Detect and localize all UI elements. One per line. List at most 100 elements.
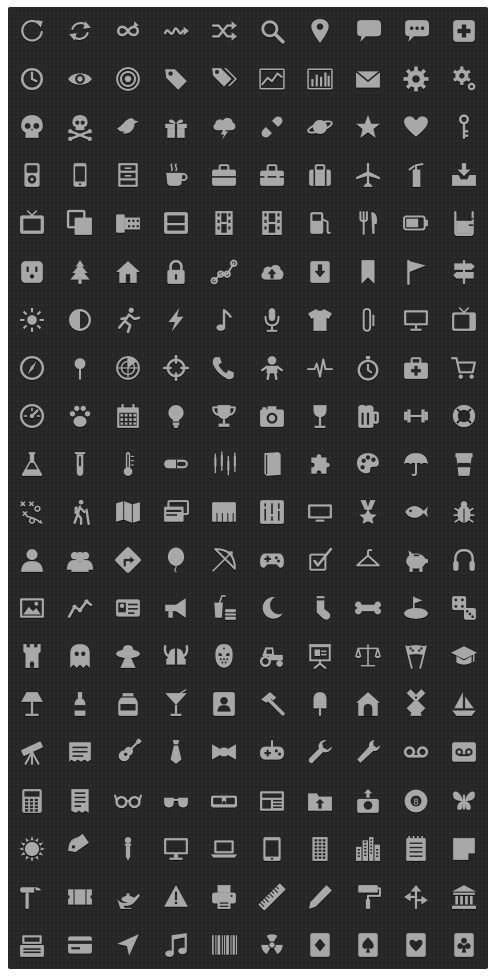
key-icon bbox=[440, 103, 488, 151]
film-roll-icon bbox=[104, 199, 152, 247]
wrench-icon bbox=[296, 728, 344, 776]
city-skyline-icon bbox=[344, 825, 392, 873]
speech-bubble-icon bbox=[344, 7, 392, 55]
phone-handset-icon bbox=[212, 356, 234, 380]
radar-icon bbox=[104, 344, 152, 392]
direction-arrows-icon bbox=[392, 873, 440, 921]
suitcase-icon bbox=[296, 151, 344, 199]
tshirt-icon bbox=[296, 296, 344, 344]
inbox-download-icon bbox=[452, 163, 476, 188]
shuffle-icon bbox=[211, 21, 237, 42]
tablet-icon bbox=[248, 825, 296, 873]
bowtie-icon bbox=[212, 744, 236, 762]
gears-icon bbox=[453, 66, 476, 92]
gear-icon bbox=[392, 55, 440, 103]
lock-icon bbox=[167, 259, 185, 285]
sync-icon bbox=[69, 21, 91, 42]
spade-card-icon bbox=[358, 932, 378, 958]
cloud-upload-icon bbox=[248, 247, 296, 295]
briefcase-icon bbox=[200, 151, 248, 199]
sun-brightness-icon bbox=[8, 296, 56, 344]
bowtie-icon bbox=[200, 728, 248, 776]
beaker-icon bbox=[451, 210, 477, 236]
jar-icon bbox=[118, 693, 138, 718]
power-outlet-icon bbox=[8, 247, 56, 295]
sunglasses-icon bbox=[152, 777, 200, 825]
camera-upload-icon bbox=[357, 788, 379, 814]
squiggle-icon bbox=[163, 26, 189, 37]
direction-sign-icon bbox=[104, 536, 152, 584]
paw-icon bbox=[56, 392, 104, 440]
guitar-icon bbox=[104, 728, 152, 776]
airplane-icon bbox=[344, 151, 392, 199]
mixer-sliders-icon bbox=[248, 488, 296, 536]
bow-arrow-icon bbox=[211, 547, 237, 573]
takeaway-cup-icon bbox=[440, 440, 488, 488]
building-icon bbox=[296, 825, 344, 873]
bookmark-icon bbox=[344, 247, 392, 295]
receipt-icon bbox=[56, 728, 104, 776]
music-note-icon bbox=[216, 307, 237, 332]
bandage-icon bbox=[248, 103, 296, 151]
windmill-icon bbox=[392, 680, 440, 728]
repeat-icon bbox=[104, 7, 152, 55]
club-card-icon bbox=[454, 932, 474, 958]
television-icon bbox=[440, 296, 488, 344]
laptop-icon bbox=[211, 839, 237, 859]
fish-icon bbox=[405, 506, 428, 519]
shuffle-icon bbox=[200, 7, 248, 55]
coffee-cup-icon bbox=[152, 151, 200, 199]
phone-icon bbox=[56, 151, 104, 199]
hammer-icon bbox=[248, 680, 296, 728]
invoice-icon bbox=[56, 777, 104, 825]
ruler-icon bbox=[248, 873, 296, 921]
ghost-icon bbox=[70, 644, 90, 670]
piano-keys-icon bbox=[212, 502, 236, 523]
upload-folder-icon bbox=[308, 792, 332, 812]
cash-register-icon bbox=[8, 921, 56, 969]
voicemail-icon bbox=[392, 728, 440, 776]
dumbbell-icon bbox=[404, 409, 428, 424]
fork-knife-icon bbox=[355, 210, 378, 236]
medal-star-icon bbox=[359, 500, 377, 525]
fire-extinguisher-icon bbox=[392, 151, 440, 199]
contact-badge-icon bbox=[213, 692, 235, 718]
fish-icon bbox=[392, 488, 440, 536]
calendar-icon bbox=[104, 392, 152, 440]
download-box-icon bbox=[310, 260, 330, 284]
telescope-icon bbox=[21, 742, 43, 765]
club-card-icon bbox=[440, 921, 488, 969]
chat-dots-icon bbox=[405, 20, 429, 43]
cards-icon bbox=[164, 499, 189, 523]
bank-icon bbox=[452, 884, 476, 910]
heart-card-icon bbox=[406, 932, 426, 958]
telescope-icon bbox=[8, 728, 56, 776]
thermometer-icon bbox=[104, 440, 152, 488]
fork-knife-icon bbox=[344, 199, 392, 247]
graduation-cap-icon bbox=[440, 632, 488, 680]
dice-icon bbox=[440, 584, 488, 632]
pushpin-icon bbox=[56, 344, 104, 392]
inbox-tray-icon bbox=[152, 199, 200, 247]
direction-arrows-icon bbox=[404, 884, 428, 910]
crosshair-icon bbox=[152, 344, 200, 392]
cloud-upload-icon bbox=[261, 264, 284, 281]
crosshair-icon bbox=[163, 355, 189, 381]
power-outlet-icon bbox=[21, 260, 43, 284]
golf-icon bbox=[392, 584, 440, 632]
id-card-icon bbox=[104, 584, 152, 632]
user-icon bbox=[21, 549, 43, 573]
racing-flags-icon bbox=[403, 645, 429, 669]
bow-arrow-icon bbox=[200, 536, 248, 584]
dog-house-icon bbox=[356, 692, 380, 718]
skull-icon bbox=[8, 103, 56, 151]
wrench-icon bbox=[308, 740, 332, 765]
receipt-icon bbox=[69, 742, 91, 764]
copy-frames-icon bbox=[56, 199, 104, 247]
eye-icon bbox=[56, 55, 104, 103]
desktop-icon bbox=[152, 825, 200, 873]
skull-crossbones-icon bbox=[68, 115, 92, 143]
map-pin-icon bbox=[311, 19, 329, 44]
calculator-icon bbox=[8, 777, 56, 825]
bug-icon bbox=[440, 488, 488, 536]
